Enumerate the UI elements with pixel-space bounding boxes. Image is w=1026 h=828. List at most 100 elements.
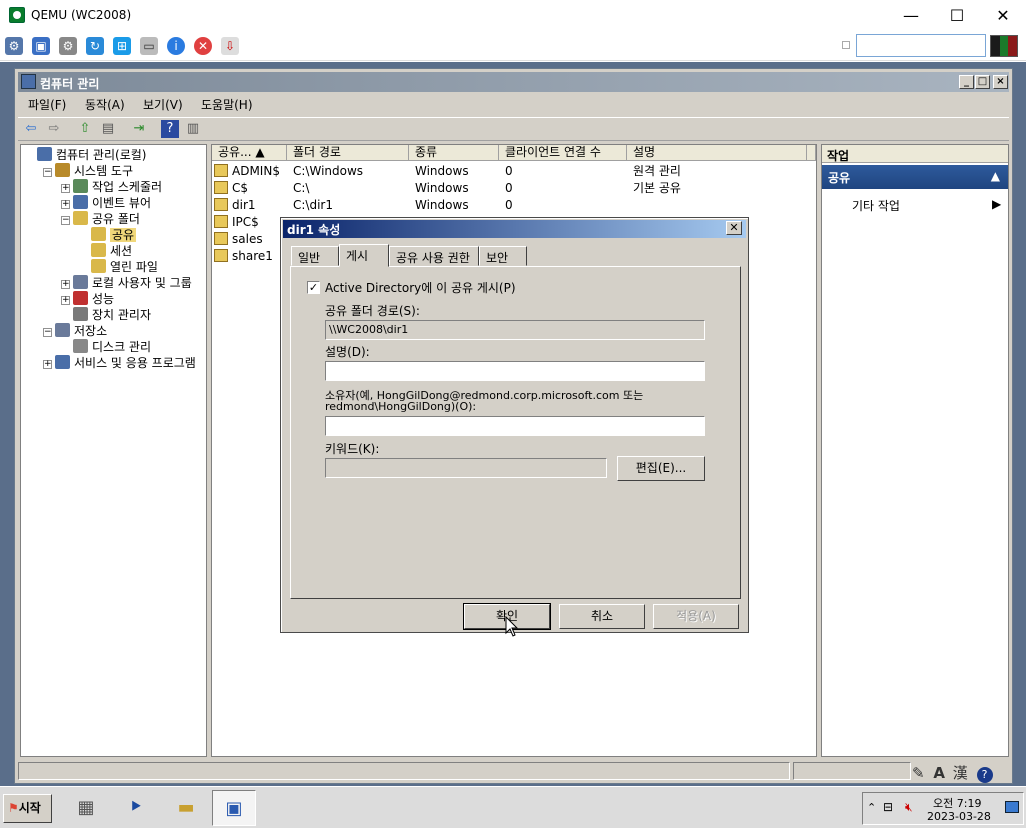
start-button[interactable]: ⚑시작 [3,794,52,823]
table-row[interactable]: sales [214,231,263,248]
tab-security[interactable]: 보안 [479,246,527,266]
computer-management-task-icon[interactable]: ▣ [212,790,256,826]
collapse-icon[interactable]: − [43,328,52,337]
ime-icon[interactable]: ✎ [912,764,925,782]
actions-section-shares[interactable]: 공유 ▲ [822,165,1008,189]
tree-item[interactable]: 컴퓨터 관리(로컬) [25,147,146,163]
table-cell[interactable]: 기본 공유 [633,180,681,197]
explorer-folder-icon[interactable]: ▬ [164,790,208,826]
back-arrow-icon[interactable]: ⇦ [22,120,40,138]
column-header-type[interactable]: 종류 [409,145,499,161]
edit-keywords-button[interactable]: 편집(E)... [617,456,705,481]
tree-item[interactable]: − 저장소 [43,323,107,339]
settings-gear-icon[interactable]: ⚙ [59,37,77,55]
stop-icon[interactable]: ✕ [194,37,212,55]
hanja-icon[interactable]: 漢 [953,764,968,782]
tree-item[interactable]: + 서비스 및 응용 프로그램 [43,355,196,371]
expand-icon[interactable]: + [61,184,70,193]
collapse-icon[interactable]: − [61,216,70,225]
publish-checkbox[interactable]: ✓ [307,281,320,294]
tree-item[interactable]: − 공유 폴더 [61,211,140,227]
collapse-up-icon[interactable]: ▲ [991,169,1000,183]
toggle-icon[interactable] [842,41,850,49]
eject-icon[interactable]: ⇩ [221,37,239,55]
column-header-share-name[interactable]: 공유... ▲ [212,145,287,161]
expand-icon[interactable]: + [61,200,70,209]
cm-minimize-button[interactable]: _ [959,75,974,89]
refresh-icon[interactable]: ↻ [86,37,104,55]
menu-action[interactable]: 동작(A) [85,96,125,113]
expand-icon[interactable]: + [43,360,52,369]
table-cell[interactable]: C:\ [293,180,309,197]
menu-help[interactable]: 도움말(H) [201,96,253,113]
tree-item[interactable]: 열린 파일 [79,259,158,275]
table-cell[interactable]: 0 [505,163,513,180]
clock-time[interactable]: 오전 7:19 [933,795,981,811]
volume-muted-icon[interactable]: 🔇︎ [905,800,913,815]
tree-item[interactable]: − 시스템 도구 [43,163,133,179]
menu-file[interactable]: 파일(F) [28,96,66,113]
powershell-icon[interactable]: ⯈ [114,790,158,826]
tree-item[interactable]: 디스크 관리 [61,339,151,355]
machine-icon[interactable]: ⚙ [5,37,23,55]
minimize-button[interactable]: — [888,0,934,31]
tree-item[interactable]: + 로컬 사용자 및 그룹 [61,275,192,291]
tree-item[interactable]: 장치 관리자 [61,307,151,323]
network-icon[interactable]: ⊟ [883,800,893,814]
table-row[interactable]: dir1 [214,197,256,214]
table-row[interactable]: C$ [214,180,248,197]
clock-date[interactable]: 2023-03-28 [927,810,991,823]
description-field[interactable] [325,361,705,381]
table-cell[interactable]: Windows [415,180,469,197]
fullscreen-icon[interactable]: ▣ [32,37,50,55]
export-list-icon[interactable]: ⇥ [130,120,148,138]
tree-item[interactable]: 세션 [79,243,132,259]
maximize-button[interactable]: ☐ [934,0,980,31]
table-row[interactable]: IPC$ [214,214,259,231]
tree-item[interactable]: + 성능 [61,291,114,307]
help-icon[interactable]: ? [161,120,179,138]
language-bar[interactable]: ✎ A 漢 ? [912,762,1012,784]
windows-logo-icon[interactable]: ⊞ [113,37,131,55]
tree-item[interactable]: + 이벤트 뷰어 [61,195,151,211]
table-cell[interactable]: C:\dir1 [293,197,333,214]
tab-publish[interactable]: 게시 [339,244,389,267]
tree-item[interactable]: + 작업 스케줄러 [61,179,162,195]
table-row[interactable]: ADMIN$ [214,163,280,180]
cancel-button[interactable]: 취소 [559,604,645,629]
column-header-description[interactable]: 설명 [627,145,807,161]
table-cell[interactable]: 0 [505,197,513,214]
info-icon[interactable]: i [167,37,185,55]
column-header-client-connections[interactable]: 클라이언트 연결 수 [499,145,627,161]
more-actions-item[interactable]: 기타 작업 ▶ [852,197,1001,214]
menu-view[interactable]: 보기(V) [143,96,183,113]
expand-icon[interactable]: + [61,280,70,289]
table-cell[interactable]: Windows [415,197,469,214]
table-row[interactable]: share1 [214,248,273,265]
table-cell[interactable]: 0 [505,180,513,197]
expand-icon[interactable]: + [61,296,70,305]
owner-field[interactable] [325,416,705,436]
table-cell[interactable]: C:\Windows [293,163,363,180]
help-circle-icon[interactable]: ? [976,767,993,783]
tray-expand-icon[interactable]: ⌃ [867,801,876,814]
cm-close-button[interactable]: × [993,75,1008,89]
forward-arrow-icon[interactable]: ⇨ [45,120,63,138]
column-header-folder-path[interactable]: 폴더 경로 [287,145,409,161]
server-manager-icon[interactable]: ▦ [64,790,108,826]
show-hide-tree-icon[interactable]: ▤ [99,120,117,138]
tree-item[interactable]: 공유 [79,227,137,243]
apply-button[interactable]: 적용(A) [653,604,739,629]
collapse-icon[interactable]: − [43,168,52,177]
up-folder-icon[interactable]: ⇧ [76,120,94,138]
dialog-close-button[interactable]: ✕ [726,221,742,235]
close-button[interactable]: ✕ [980,0,1026,31]
search-input[interactable] [856,34,986,57]
show-desktop-icon[interactable] [1005,801,1019,813]
action-pane-icon[interactable]: ▥ [184,120,202,138]
tab-general[interactable]: 일반 [291,246,339,266]
table-cell[interactable]: 원격 관리 [633,163,681,180]
tab-share-permissions[interactable]: 공유 사용 권한 [389,246,479,266]
cm-maximize-button[interactable]: □ [975,75,990,89]
input-mode-a-icon[interactable]: A [933,764,945,782]
